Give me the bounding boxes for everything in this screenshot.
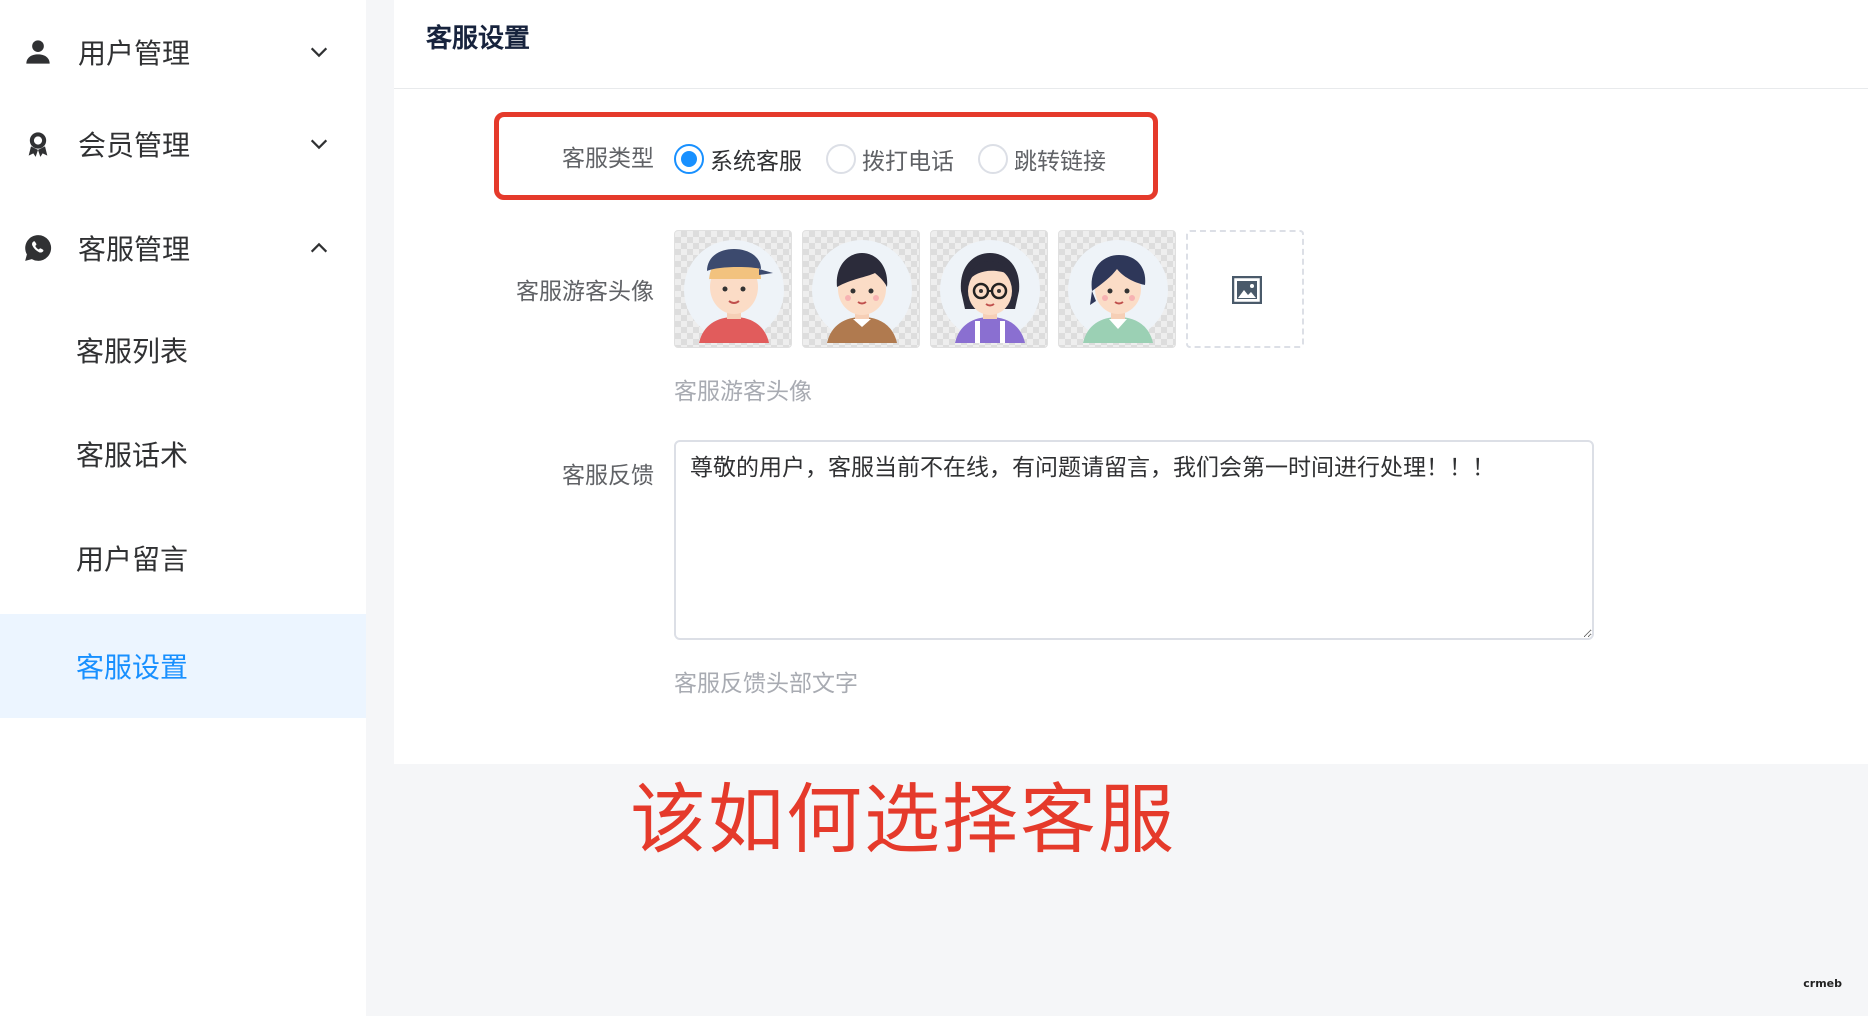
radio-label: 系统客服 <box>710 149 802 175</box>
avatar-girl-icon <box>1068 240 1168 343</box>
radio-jump-link[interactable]: 跳转链接 <box>978 142 1106 176</box>
feedback-textarea[interactable]: 尊敬的用户，客服当前不在线，有问题请留言，我们会第一时间进行处理！！！ <box>674 440 1594 640</box>
avatar-hint: 客服游客头像 <box>674 379 812 405</box>
avatar-girl-glasses-icon <box>940 240 1040 343</box>
chevron-up-icon <box>310 242 328 253</box>
sidebar-group-service-management[interactable]: 客服管理 <box>0 196 366 300</box>
avatar-boy-cap-icon <box>684 240 784 343</box>
award-icon <box>28 132 48 157</box>
radio-label: 跳转链接 <box>1014 149 1106 175</box>
avatar-boy-icon <box>812 240 912 343</box>
sidebar-group-member-management[interactable]: 会员管理 <box>0 92 366 196</box>
radio-dot[interactable] <box>674 144 704 174</box>
chevron-down-icon <box>310 139 328 150</box>
avatar-option-2[interactable] <box>802 230 920 348</box>
sidebar-item-label: 客服列表 <box>76 335 189 368</box>
avatar-label: 客服游客头像 <box>516 279 654 305</box>
page-title: 客服设置 <box>426 24 531 54</box>
sidebar-item-service-settings[interactable]: 客服设置 <box>0 614 366 718</box>
avatar-upload-button[interactable] <box>1186 230 1304 348</box>
sidebar-item-label: 客服话术 <box>76 439 189 472</box>
avatar-option-3[interactable] <box>930 230 1048 348</box>
annotation-text: 该如何选择客服 <box>630 775 1176 864</box>
sidebar-group-label: 用户管理 <box>78 37 191 70</box>
avatar-option-4[interactable] <box>1058 230 1176 348</box>
radio-system-service[interactable]: 系统客服 <box>674 142 802 176</box>
feedback-hint: 客服反馈头部文字 <box>674 671 858 697</box>
service-type-label: 客服类型 <box>562 146 654 172</box>
radio-dot[interactable] <box>826 144 856 174</box>
image-upload-icon <box>1232 276 1262 304</box>
sidebar: 用户管理 会员管理 客服管理 客服列表 客服话术 用户留言 客服设置 <box>0 0 366 1016</box>
avatar-option-1[interactable] <box>674 230 792 348</box>
chevron-down-icon <box>310 47 328 58</box>
chat-phone-icon <box>25 235 52 261</box>
user-icon <box>26 40 50 64</box>
sidebar-item-label: 用户留言 <box>76 543 189 576</box>
sidebar-item-service-list[interactable]: 客服列表 <box>0 298 366 402</box>
logo: crmeb <box>1803 977 1842 990</box>
radio-dot[interactable] <box>978 144 1008 174</box>
feedback-label: 客服反馈 <box>562 463 654 489</box>
title-divider <box>394 88 1868 89</box>
radio-phone-call[interactable]: 拨打电话 <box>826 142 954 176</box>
sidebar-item-service-scripts[interactable]: 客服话术 <box>0 402 366 506</box>
settings-panel: 客服设置 客服类型 系统客服 拨打电话 跳转链接 客服游客头像 客服游客头像 客… <box>394 0 1868 764</box>
sidebar-item-user-messages[interactable]: 用户留言 <box>0 506 366 610</box>
sidebar-group-user-management[interactable]: 用户管理 <box>0 0 366 104</box>
sidebar-group-label: 客服管理 <box>78 233 191 266</box>
sidebar-item-label: 客服设置 <box>76 651 189 684</box>
sidebar-group-label: 会员管理 <box>78 129 191 162</box>
radio-label: 拨打电话 <box>862 149 954 175</box>
